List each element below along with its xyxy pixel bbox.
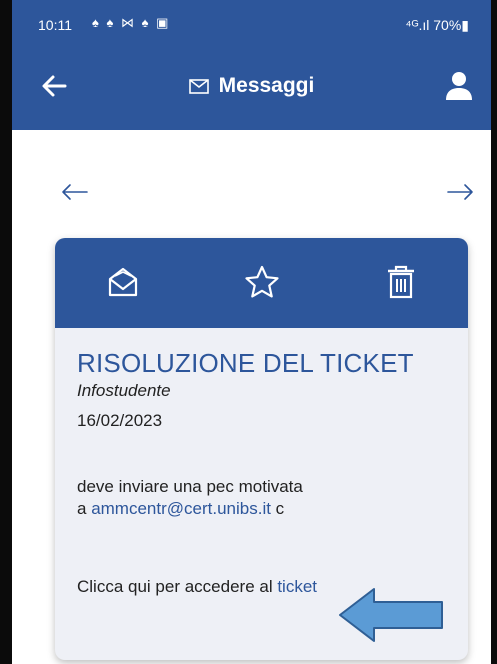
notification-icons: ♠ ♠ ⋈ ♠ ▣ (92, 15, 171, 30)
message-text-line: deve inviare una pec motivata (77, 477, 303, 496)
ticket-link[interactable]: ticket (277, 577, 317, 596)
message-body: RISOLUZIONE DEL TICKET Infostudente 16/0… (55, 328, 468, 597)
app-bar: Messaggi (12, 44, 491, 130)
device-frame-right (491, 0, 497, 664)
message-text-suffix: c (270, 499, 285, 518)
email-link[interactable]: ammcentr@cert.unibs.it (91, 499, 271, 518)
arrow-left-icon (62, 184, 88, 200)
message-sender: Infostudente (77, 381, 171, 400)
page-title: Messaggi (218, 74, 315, 97)
message-date: 16/02/2023 (77, 411, 163, 430)
mark-read-button[interactable] (101, 260, 145, 304)
phone-screen: 10:11 ♠ ♠ ⋈ ♠ ▣ ⁴ᴳ.ıl 70%▮ Messaggi RISO… (12, 0, 491, 664)
callout-arrow-annotation (339, 588, 443, 642)
trash-icon (388, 265, 414, 299)
star-icon (245, 265, 279, 298)
user-icon (446, 72, 472, 100)
app-bar-title: Messaggi (12, 74, 491, 98)
arrow-right-icon (447, 184, 473, 200)
message-text-prefix: a (77, 499, 92, 518)
previous-message-button[interactable] (60, 180, 90, 204)
status-bar: 10:11 ♠ ♠ ⋈ ♠ ▣ ⁴ᴳ.ıl 70%▮ (12, 0, 491, 44)
message-text-line-2: a ammcentr@cert.unibs.it c (77, 499, 446, 519)
message-title: RISOLUZIONE DEL TICKET (77, 348, 414, 378)
user-profile-button[interactable] (439, 66, 479, 106)
device-frame-left (0, 0, 12, 664)
delete-button[interactable] (379, 260, 423, 304)
message-actions-bar (55, 238, 468, 328)
system-indicators: ⁴ᴳ.ıl 70%▮ (405, 17, 469, 33)
next-message-button[interactable] (445, 180, 475, 204)
favorite-button[interactable] (240, 260, 284, 304)
ticket-link-prefix: Clicca qui per accedere al (77, 577, 278, 596)
envelope-open-icon (108, 267, 138, 297)
envelope-icon (188, 78, 209, 94)
status-time: 10:11 (38, 17, 72, 33)
